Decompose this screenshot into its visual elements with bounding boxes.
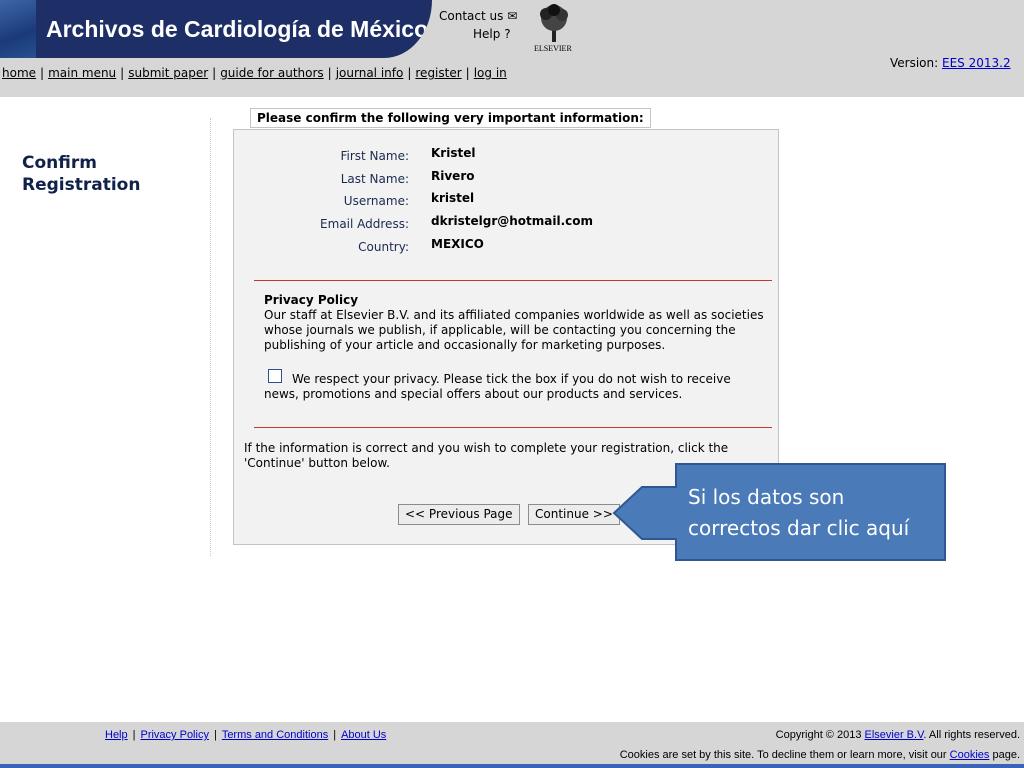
previous-page-button[interactable]: << Previous Page [398,504,520,525]
first-name-value: Kristel [431,146,476,160]
nav-register[interactable]: register [415,66,461,80]
header-bar: Archivos de Cardiología de México Contac… [0,0,1024,97]
footer-help-link[interactable]: Help [105,729,128,741]
version-label: Version: [890,56,939,70]
copyright-prefix: Copyright © 2013 [775,729,862,741]
journal-title: Archivos de Cardiología de México [46,16,429,42]
section-divider-bottom [254,427,772,428]
contact-us-link[interactable]: Contact us ✉ [439,9,517,23]
nav-submit-paper[interactable]: submit paper [128,66,208,80]
privacy-policy-text: Our staff at Elsevier B.V. and its affil… [264,308,764,352]
help-label: Help [473,27,501,41]
top-navigation: home | main menu | submit paper | guide for au… [2,66,507,80]
page-title: Confirm Registration [22,152,140,196]
marketing-optout-checkbox[interactable] [268,369,282,383]
contact-us-label: Contact us [439,9,504,23]
last-name-label: Last Name: [340,172,409,186]
first-name-label: First Name: [340,149,409,163]
envelope-icon: ✉ [507,9,518,23]
nav-home[interactable]: home [2,66,36,80]
version-info: Version: EES 2013.2 [890,56,1011,70]
marketing-optout-label: We respect your privacy. Please tick the… [264,372,731,401]
username-value: kristel [431,191,475,205]
panel-title: Please confirm the following very import… [250,108,651,128]
nav-journal-info[interactable]: journal info [336,66,404,80]
callout-text: Si los datos son correctos dar clic aquí [688,485,910,540]
last-name-value: Rivero [431,169,475,183]
footer-terms-link[interactable]: Terms and Conditions [222,729,328,741]
footer-links: Help | Privacy Policy | Terms and Conditions… [105,729,387,741]
journal-banner: Archivos de Cardiología de México [0,0,432,58]
footer-about-link[interactable]: About Us [341,729,386,741]
privacy-policy-heading: Privacy Policy [264,293,359,307]
cookies-prefix: Cookies are set by this site. To decline… [619,749,947,761]
country-label: Country: [358,240,409,254]
cookies-link[interactable]: Cookies [950,749,990,761]
footer-privacy-link[interactable]: Privacy Policy [140,729,208,741]
footer-bar: Help | Privacy Policy | Terms and Conditions… [0,722,1024,768]
username-label: Username: [343,194,409,208]
continue-button[interactable]: Continue >> [528,504,620,525]
copyright-suffix: . All rights reserved. [923,729,1020,741]
question-icon: ? [504,27,511,41]
elsevier-link[interactable]: Elsevier B.V [865,729,924,741]
country-value: MEXICO [431,237,484,251]
email-label: Email Address: [320,217,409,231]
publisher-name: ELSEVIER [534,44,572,53]
page-title-line-1: Confirm [22,153,97,173]
nav-guide-for-authors[interactable]: guide for authors [220,66,323,80]
vertical-divider [210,118,212,556]
journal-logo [0,0,36,58]
cookies-notice: Cookies are set by this site. To decline… [620,749,1020,761]
help-link[interactable]: Help ? [473,27,511,41]
taskbar-strip [0,764,1024,768]
cookies-suffix: page. [992,749,1020,761]
version-link[interactable]: EES 2013.2 [942,56,1011,70]
section-divider-top [254,280,772,281]
elsevier-tree-logo-icon [540,4,568,42]
nav-log-in[interactable]: log in [474,66,507,80]
email-value: dkristelgr@hotmail.com [431,214,594,228]
copyright-notice: Copyright © 2013 Elsevier B.V. All right… [776,729,1020,741]
page-title-line-2: Registration [22,175,141,195]
nav-main-menu[interactable]: main menu [48,66,116,80]
